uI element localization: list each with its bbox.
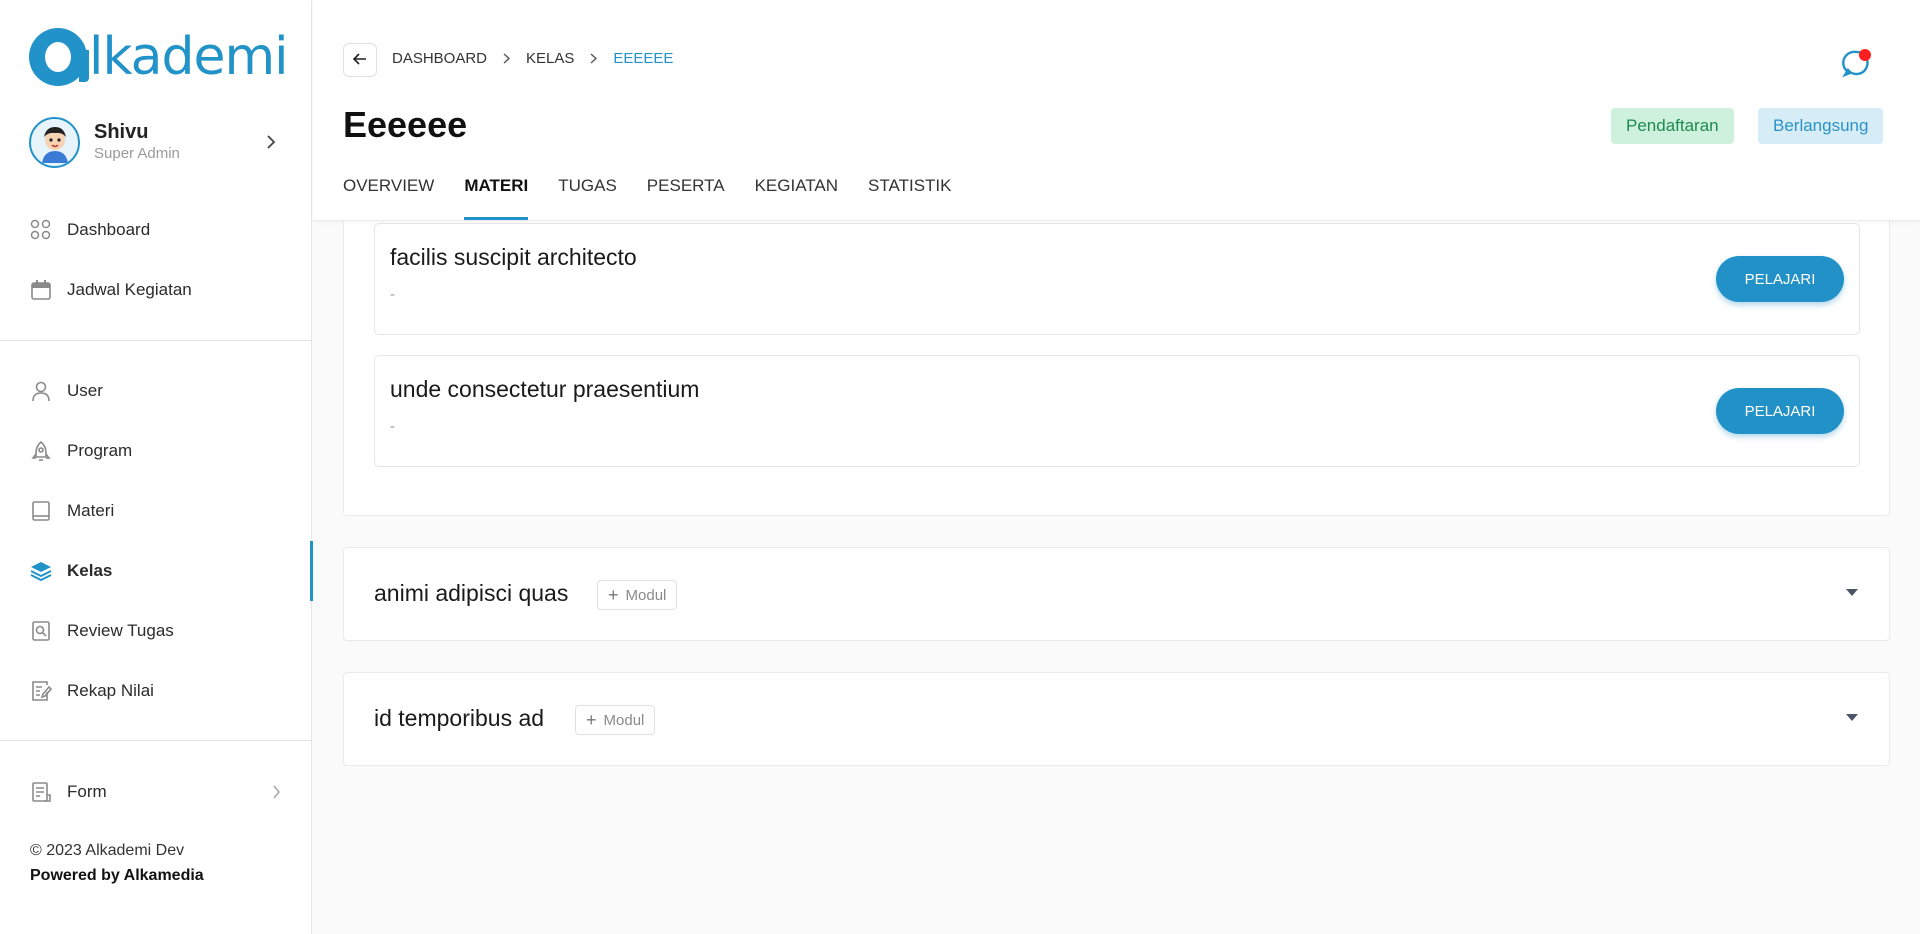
plus-icon: +	[608, 585, 619, 605]
pelajari-button[interactable]: PELAJARI	[1716, 388, 1844, 434]
pelajari-button[interactable]: PELAJARI	[1716, 256, 1844, 302]
caret-down-icon[interactable]	[1846, 589, 1858, 596]
chevron-right-icon	[272, 785, 281, 804]
chevron-right-icon	[261, 132, 281, 152]
add-modul-button[interactable]: + Modul	[597, 580, 678, 610]
tab-tugas[interactable]: TUGAS	[558, 172, 617, 220]
sidebar-item-label: Dashboard	[67, 220, 151, 239]
tab-bar: OVERVIEW MATERI TUGAS PESERTA KEGIATAN S…	[343, 172, 981, 220]
section-title: id temporibus ad	[374, 705, 545, 731]
sidebar-item-label: Review Tugas	[67, 621, 174, 640]
profile-role: Super Admin	[94, 145, 180, 162]
search-doc-icon	[30, 620, 52, 642]
user-icon	[30, 380, 52, 402]
sidebar-item-materi[interactable]: Materi	[0, 488, 312, 534]
add-modul-label: Modul	[603, 711, 645, 729]
module-description: -	[390, 286, 395, 303]
tab-materi[interactable]: MATERI	[464, 172, 528, 220]
module-title: facilis suscipit architecto	[390, 244, 637, 270]
sidebar-item-dashboard[interactable]: Dashboard	[0, 207, 312, 253]
module-description: -	[390, 418, 395, 435]
caret-down-icon[interactable]	[1846, 714, 1858, 721]
sidebar: lkademi Shivu Super Admin Dashboard Jadw…	[0, 0, 313, 934]
breadcrumb-current: EEEEEE	[613, 50, 674, 67]
sidebar-item-kelas[interactable]: Kelas	[0, 541, 313, 601]
page-header: DASHBOARD KELAS EEEEEE Eeeeee Pendaftara…	[313, 0, 1920, 221]
rocket-icon	[30, 440, 52, 462]
status-badge-pendaftaran: Pendaftaran	[1611, 108, 1734, 144]
footer-powered-by: Powered by Alkamedia	[30, 867, 204, 884]
plus-icon: +	[586, 710, 597, 730]
sidebar-divider	[0, 740, 312, 741]
sidebar-item-form[interactable]: Form	[0, 769, 312, 815]
sidebar-item-review-tugas[interactable]: Review Tugas	[0, 608, 312, 654]
status-badge-berlangsung: Berlangsung	[1758, 108, 1884, 144]
sidebar-item-label: User	[67, 381, 103, 400]
main-content: DASHBOARD KELAS EEEEEE Eeeeee Pendaftara…	[313, 0, 1920, 934]
notification-dot	[1859, 49, 1871, 61]
tab-peserta[interactable]: PESERTA	[647, 172, 725, 220]
module-card: facilis suscipit architecto - PELAJARI	[374, 223, 1860, 335]
arrow-left-icon	[352, 52, 367, 68]
section-collapsed[interactable]: animi adipisci quas + Modul	[343, 547, 1890, 641]
sidebar-divider	[0, 340, 312, 341]
sidebar-item-label: Kelas	[67, 561, 113, 580]
tab-kegiatan[interactable]: KEGIATAN	[755, 172, 838, 220]
grid-icon	[30, 219, 52, 241]
book-icon	[30, 500, 52, 522]
breadcrumb-kelas[interactable]: KELAS	[526, 50, 574, 67]
calendar-icon	[30, 279, 52, 301]
sidebar-item-program[interactable]: Program	[0, 428, 312, 474]
breadcrumb: DASHBOARD KELAS EEEEEE	[392, 50, 673, 67]
section-title: animi adipisci quas	[374, 580, 569, 606]
sidebar-item-jadwal-kegiatan[interactable]: Jadwal Kegiatan	[0, 267, 312, 313]
section-collapsed[interactable]: id temporibus ad + Modul	[343, 672, 1890, 766]
chevron-right-icon	[590, 53, 598, 64]
breadcrumb-dashboard[interactable]: DASHBOARD	[392, 50, 487, 67]
logo-text: lkademi	[89, 27, 289, 87]
sidebar-item-user[interactable]: User	[0, 368, 312, 414]
avatar	[29, 116, 80, 168]
tab-overview[interactable]: OVERVIEW	[343, 172, 434, 220]
sidebar-item-label: Rekap Nilai	[67, 681, 154, 700]
sidebar-item-label: Form	[67, 782, 107, 801]
footer-copyright: © 2023 Alkademi Dev	[30, 842, 185, 859]
add-modul-label: Modul	[625, 586, 667, 604]
sidebar-item-label: Materi	[67, 501, 115, 520]
alkademi-logo[interactable]: lkademi	[29, 24, 289, 90]
sidebar-item-rekap-nilai[interactable]: Rekap Nilai	[0, 668, 312, 714]
section-expanded: facilis suscipit architecto - PELAJARI u…	[343, 180, 1890, 516]
back-button[interactable]	[343, 43, 377, 77]
add-modul-button[interactable]: + Modul	[575, 705, 656, 735]
tab-statistik[interactable]: STATISTIK	[868, 172, 951, 220]
profile-name: Shivu	[94, 121, 149, 143]
logo-a-mark	[29, 28, 89, 86]
sidebar-item-label: Jadwal Kegiatan	[67, 280, 192, 299]
form-icon	[30, 781, 52, 803]
chevron-right-icon	[503, 53, 511, 64]
layers-icon	[30, 560, 52, 582]
module-card: unde consectetur praesentium - PELAJARI	[374, 355, 1860, 467]
page-title: Eeeeee	[343, 104, 468, 145]
sidebar-item-label: Program	[67, 441, 133, 460]
profile-card[interactable]: Shivu Super Admin	[29, 116, 281, 168]
edit-doc-icon	[30, 680, 52, 702]
module-title: unde consectetur praesentium	[390, 376, 700, 402]
